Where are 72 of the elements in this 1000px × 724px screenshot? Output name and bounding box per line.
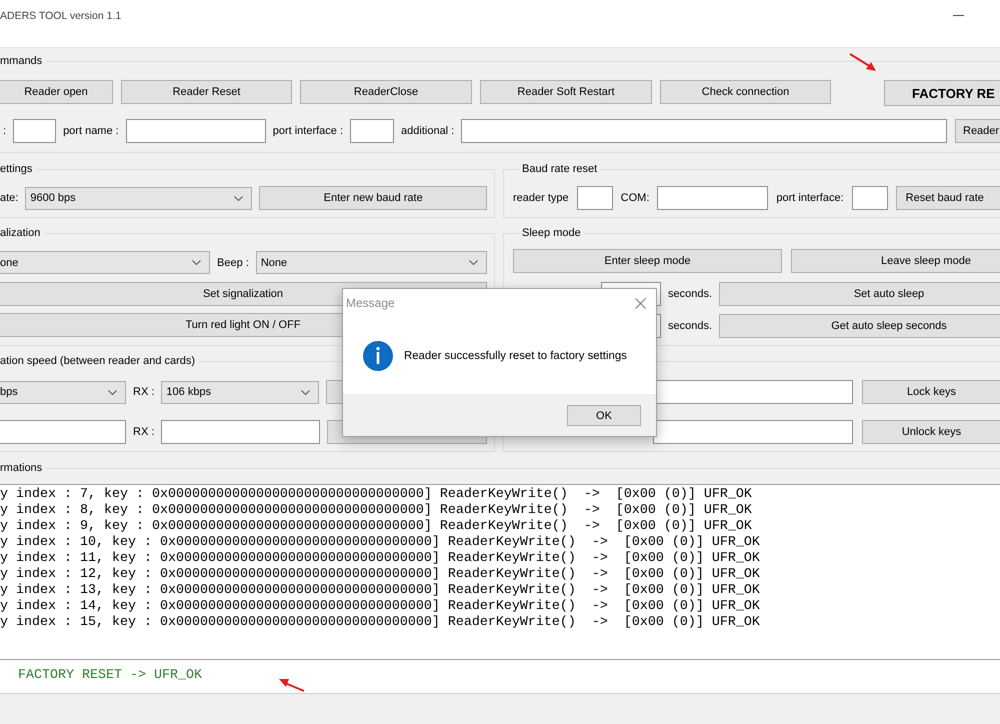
group-title: ation speed (between reader and cards)	[0, 354, 196, 368]
field-label: port interface:	[776, 191, 844, 205]
input-field[interactable]	[852, 186, 888, 210]
window-title: ADERS TOOL version 1.1	[0, 9, 122, 23]
log-line: y index : 15, key : 0x00000000000000000000000000000000] ReaderKeyWrite() -> [0x00 (0)] UFR_OK	[0, 615, 761, 631]
group-title: mmands	[0, 54, 44, 68]
field-label: port interface :	[272, 124, 344, 138]
command-button[interactable]: FACTORY RE	[884, 80, 1000, 106]
log-line: y index : 14, key : 0x00000000000000000000000000000000] ReaderKeyWrite() -> [0x00 (0)] UFR_OK	[0, 599, 761, 615]
ok-button[interactable]: OK	[567, 405, 641, 426]
beep-dropdown[interactable]: None	[256, 251, 487, 274]
unit-label: seconds.	[668, 287, 712, 301]
chevron-down-icon	[192, 260, 201, 265]
baud-rate-dropdown[interactable]: 9600 bps	[25, 186, 252, 210]
tx-speed-dropdown[interactable]: bps	[0, 380, 126, 404]
log-line: y index : 9, key : 0x00000000000000000000000000000000] ReaderKeyWrite() -> [0x00 (0)] UFR_OK	[0, 519, 753, 535]
sleep-button[interactable]: Enter sleep mode	[513, 249, 782, 273]
unit-label: seconds.	[668, 319, 712, 333]
input-field[interactable]	[13, 119, 56, 143]
field-label: additional :	[401, 124, 454, 138]
field-label: COM:	[620, 191, 650, 205]
light-dropdown[interactable]: one	[0, 251, 210, 274]
reset-baud-rate-button[interactable]: Reset baud rate	[896, 186, 1000, 210]
group-title: alization	[0, 226, 42, 240]
sleep-button[interactable]: Leave sleep mode	[791, 249, 1000, 273]
chevron-down-icon	[234, 196, 244, 200]
input-field[interactable]	[576, 186, 613, 210]
keys-button[interactable]: Lock keys	[862, 380, 1000, 404]
group-title: rmations	[0, 461, 44, 475]
input-field[interactable]	[0, 420, 126, 444]
chevron-down-icon	[301, 390, 310, 394]
command-button[interactable]: Reader Reset	[121, 80, 292, 104]
log-line: y index : 8, key : 0x00000000000000000000000000000000] ReaderKeyWrite() -> [0x00 (0)] UFR_OK	[0, 503, 753, 519]
close-icon[interactable]	[635, 298, 646, 308]
input-field[interactable]	[161, 420, 320, 444]
group-title: Baud rate reset	[521, 162, 598, 176]
pointer-arrow-icon	[279, 678, 305, 692]
dialog-message: Reader successfully reset to factory settings	[404, 350, 627, 362]
input-field[interactable]	[126, 119, 266, 143]
info-icon	[363, 340, 393, 370]
chevron-down-icon	[469, 260, 478, 265]
field-label: Beep :	[217, 256, 249, 270]
field-label: port name :	[63, 124, 119, 138]
pointer-arrow-icon	[849, 53, 877, 72]
input-field[interactable]	[657, 186, 768, 210]
group-title: ettings	[0, 162, 34, 176]
keys-button[interactable]: Unlock keys	[862, 420, 1000, 444]
result-text: FACTORY RESET -> UFR_OK	[18, 668, 202, 683]
reader-button[interactable]: Reader	[955, 119, 1000, 143]
log-line: y index : 7, key : 0x00000000000000000000000000000000] ReaderKeyWrite() -> [0x00 (0)] UFR_OK	[0, 487, 753, 503]
field-label: :	[3, 124, 6, 138]
field-label: RX :	[133, 425, 154, 439]
field-label: reader type	[513, 191, 569, 205]
chevron-down-icon	[108, 390, 117, 394]
rx-speed-dropdown[interactable]: 106 kbps	[161, 380, 320, 404]
auto-sleep-button[interactable]: Set auto sleep	[719, 282, 1000, 306]
input-field[interactable]	[461, 119, 947, 143]
command-button[interactable]: ReaderClose	[300, 80, 472, 104]
auto-sleep-button[interactable]: Get auto sleep seconds	[719, 314, 1000, 338]
command-button[interactable]: Reader Soft Restart	[480, 80, 652, 104]
group-title: Sleep mode	[521, 226, 582, 240]
field-label: RX :	[133, 385, 154, 399]
password-field[interactable]	[653, 420, 853, 444]
command-button[interactable]: Check connection	[660, 80, 831, 104]
log-line: y index : 13, key : 0x00000000000000000000000000000000] ReaderKeyWrite() -> [0x00 (0)] UFR_OK	[0, 583, 761, 599]
baud-rate-button[interactable]: Enter new baud rate	[259, 186, 487, 210]
field-label: ate:	[0, 191, 18, 205]
input-field[interactable]	[350, 119, 394, 143]
log-line: y index : 10, key : 0x00000000000000000000000000000000] ReaderKeyWrite() -> [0x00 (0)] UFR_OK	[0, 535, 761, 551]
log-line: y index : 12, key : 0x00000000000000000000000000000000] ReaderKeyWrite() -> [0x00 (0)] UFR_OK	[0, 567, 761, 583]
command-button[interactable]: Reader open	[0, 80, 113, 104]
log-line: y index : 11, key : 0x00000000000000000000000000000000] ReaderKeyWrite() -> [0x00 (0)] UFR_OK	[0, 551, 761, 567]
